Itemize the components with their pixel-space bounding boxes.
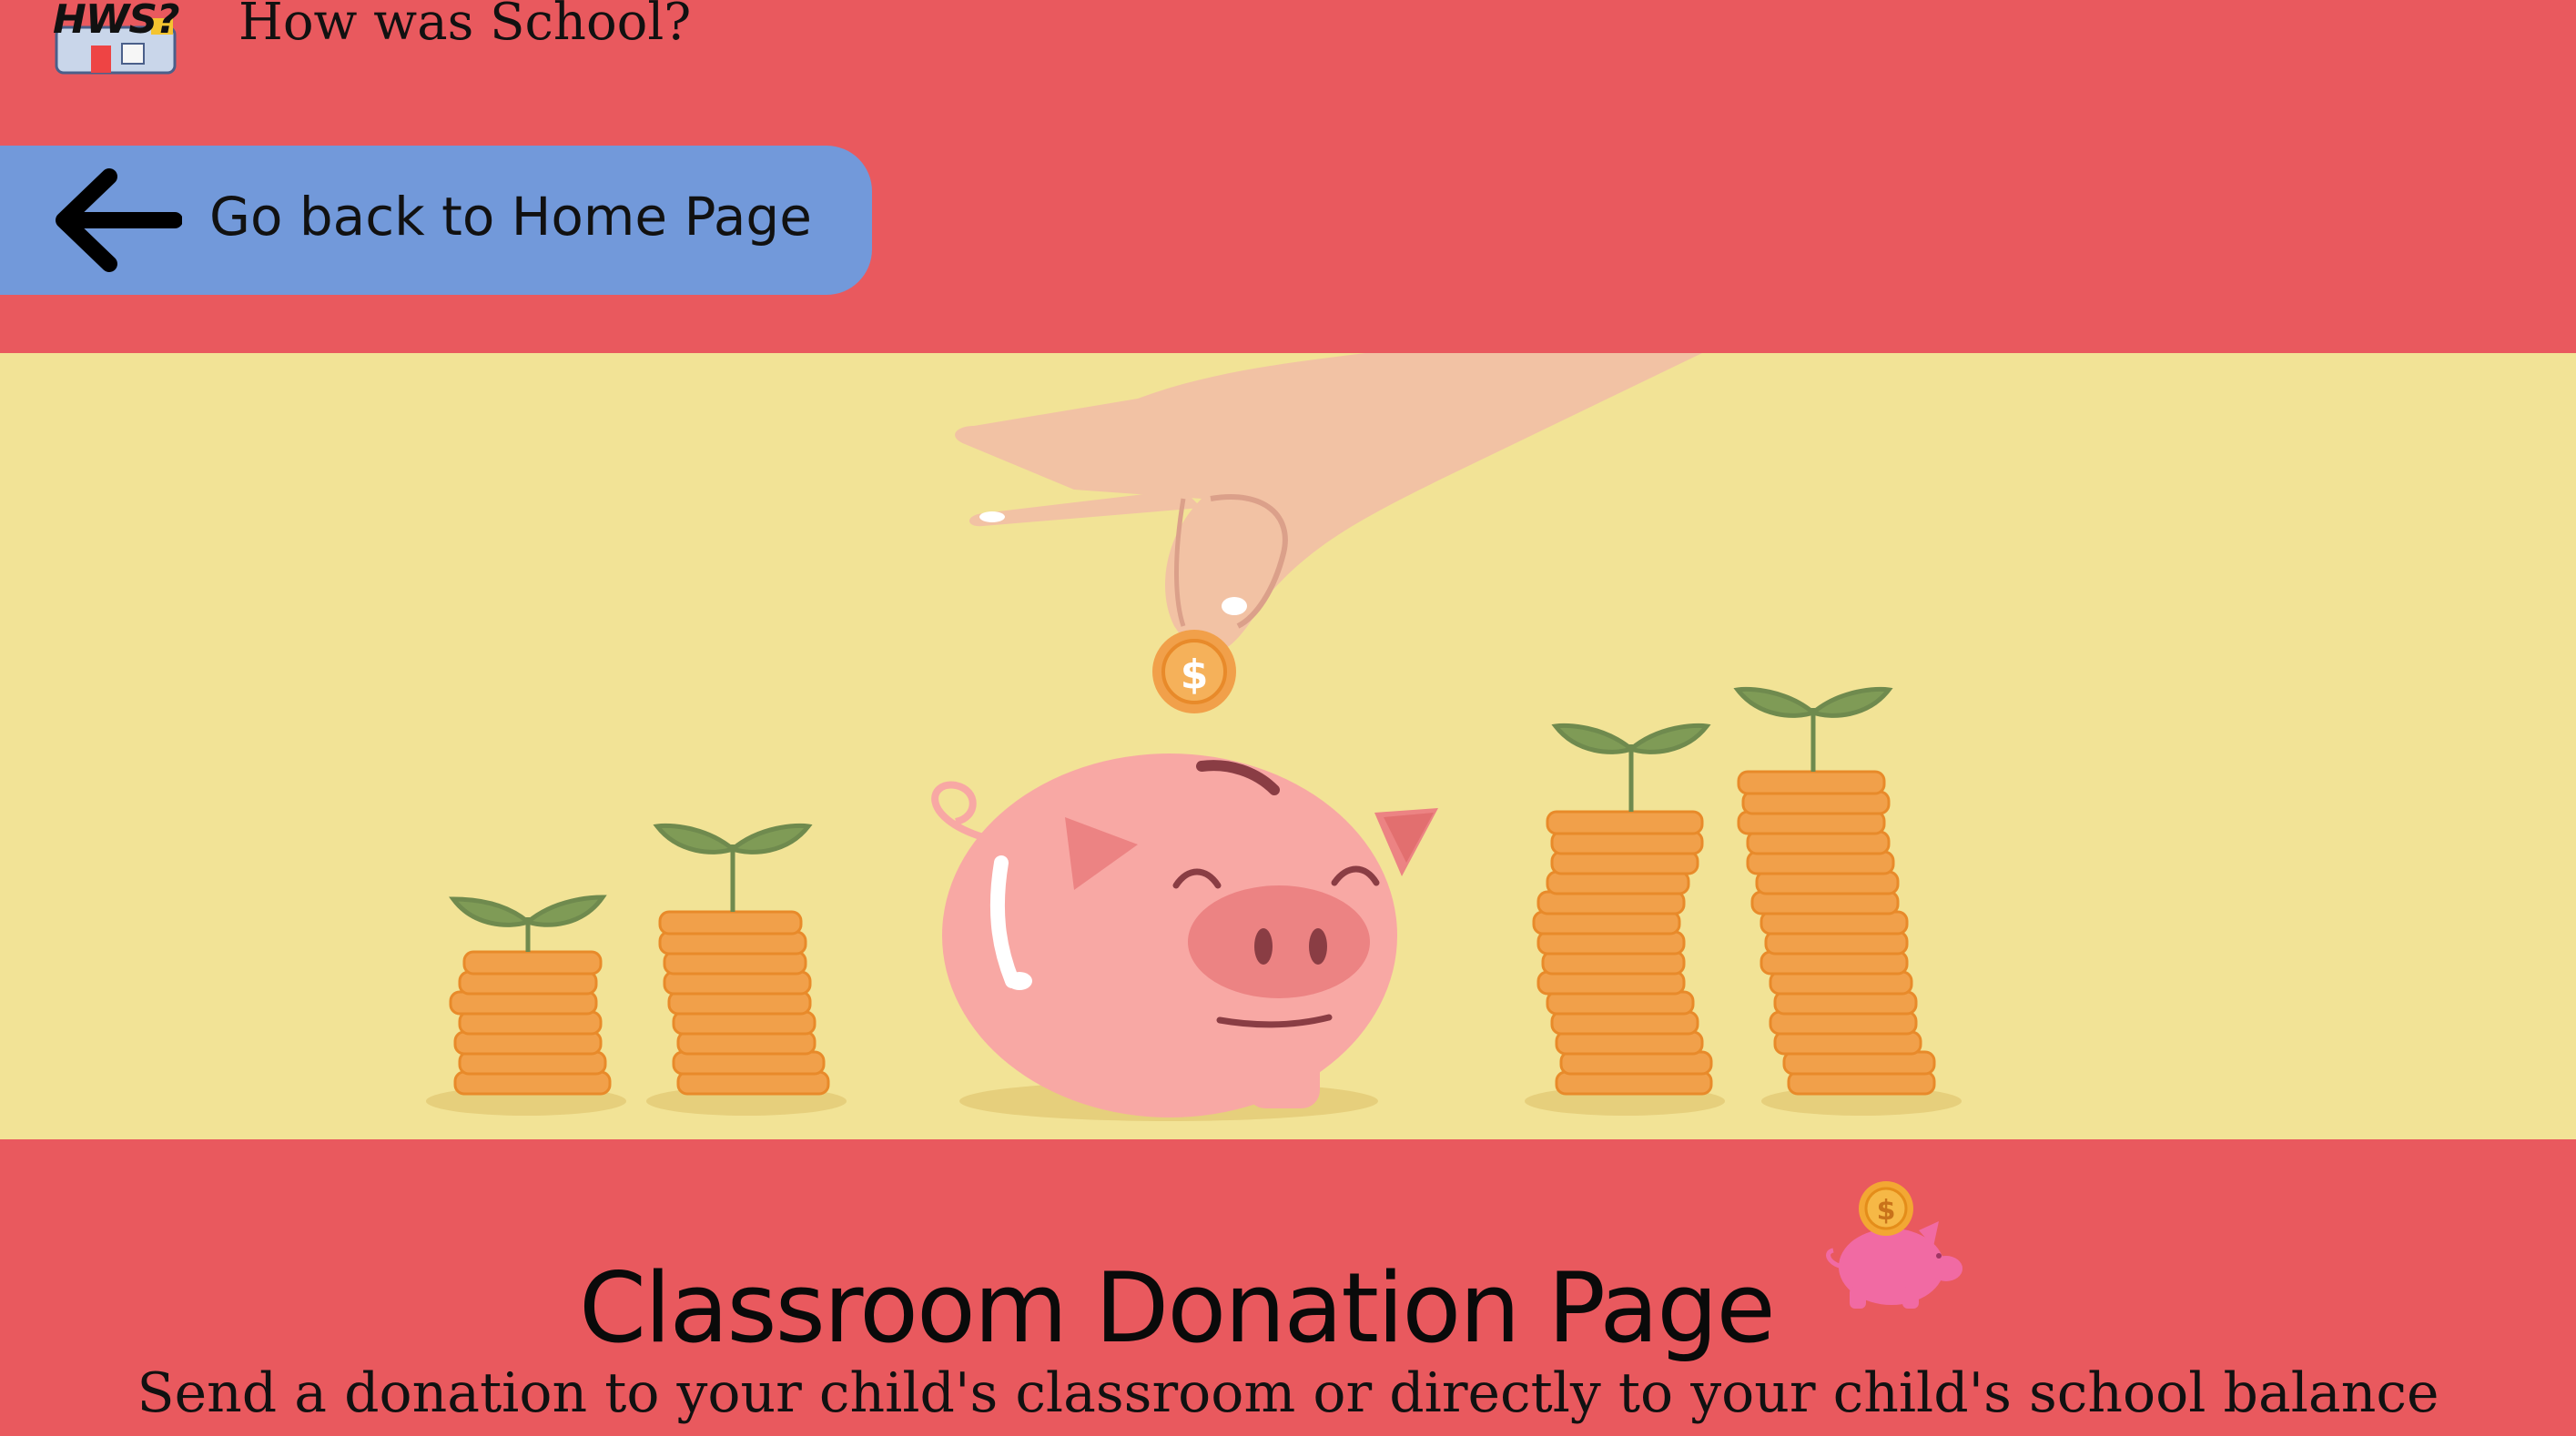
site-title[interactable]: How was School?	[238, 0, 691, 52]
svg-text:$: $	[1181, 652, 1209, 698]
back-to-home-button[interactable]: Go back to Home Page	[0, 146, 872, 295]
hand-illustration	[955, 353, 1702, 654]
page-subtitle: Send a donation to your child's classroo…	[137, 1361, 2439, 1425]
logo-text: HWS?	[53, 0, 180, 43]
coin-stack-4	[1737, 770, 1936, 1096]
falling-coin: $	[1152, 630, 1236, 713]
site-logo[interactable]: HWS?	[49, 0, 193, 75]
svg-text:$: $	[1877, 1195, 1896, 1227]
donation-header-section: Classroom Donation Page $ Send a donatio…	[0, 1139, 2576, 1436]
hero-banner: $	[0, 353, 2576, 1139]
piggy-bank	[931, 753, 1438, 1117]
piggy-bank-icon: $	[1826, 1181, 1962, 1309]
piggy-bank-illustration: $	[426, 353, 1962, 1121]
arrow-left-icon	[56, 168, 182, 272]
coin-stack-3	[1532, 810, 1713, 1096]
coin-stack-2	[658, 910, 830, 1096]
header: HWS? How was School? Go back to Home Pag…	[0, 0, 2576, 353]
coin-stack-1	[449, 950, 612, 1096]
back-button-label: Go back to Home Page	[209, 186, 812, 248]
page-title: Classroom Donation Page	[579, 1252, 1776, 1364]
